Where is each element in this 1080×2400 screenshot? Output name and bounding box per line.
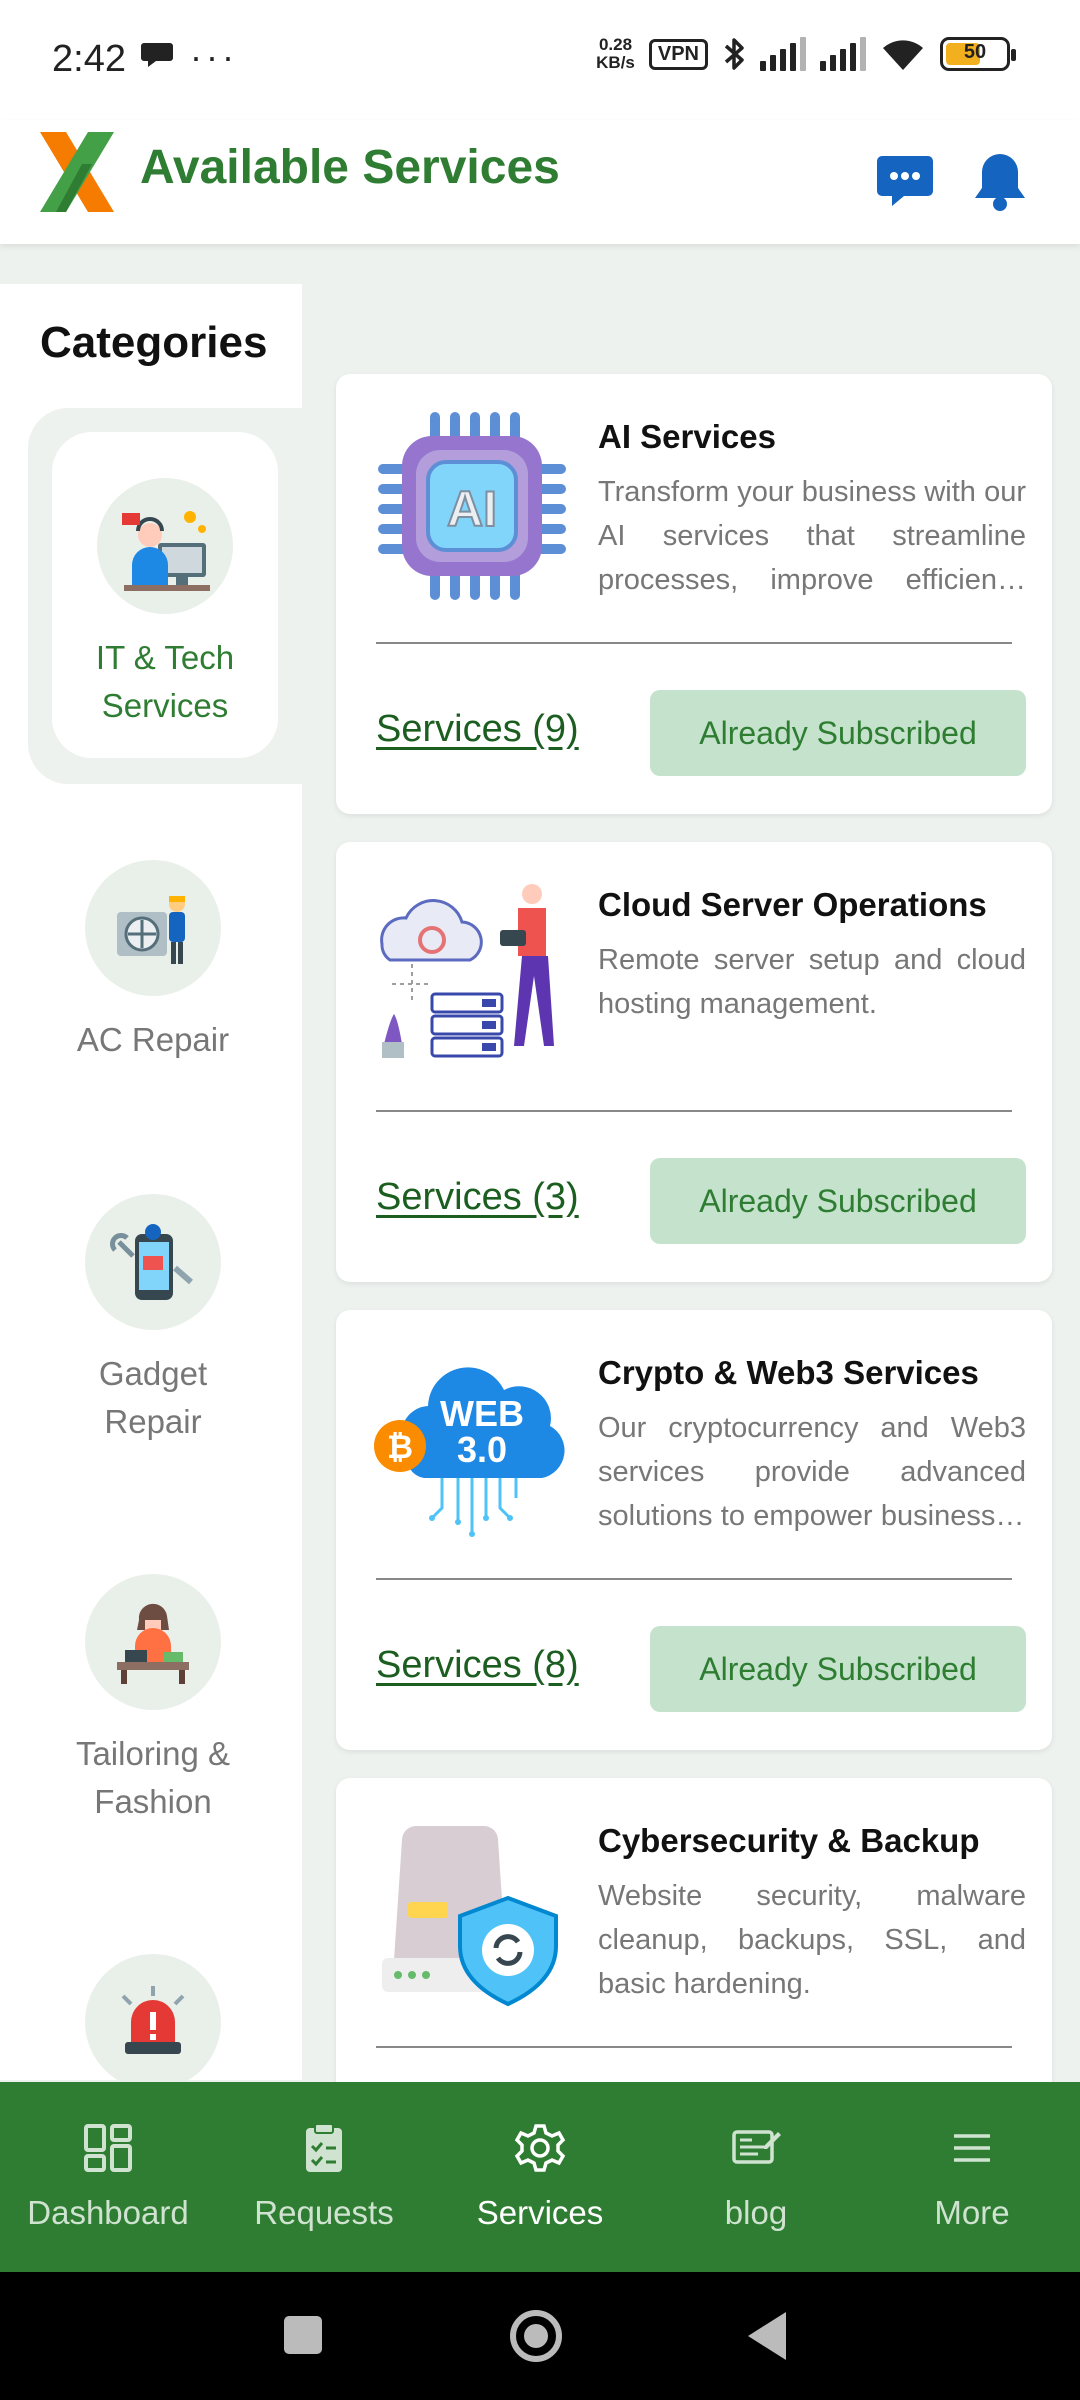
status-time: 2:42: [52, 38, 126, 80]
recents-button[interactable]: [284, 2316, 322, 2354]
service-title: AI Services: [598, 418, 776, 455]
category-sidebar: Categories IT & Tech Services AC Repair …: [0, 284, 302, 2090]
nav-item-dashboard[interactable]: Dashboard: [0, 2082, 216, 2272]
more-status-icon: ···: [190, 36, 238, 77]
category-item-tailoring[interactable]: Tailoring & Fashion: [28, 1574, 278, 1826]
services-count-link[interactable]: Services (3): [376, 1176, 579, 1219]
categories-title: Categories: [40, 318, 268, 367]
dashboard-icon: [84, 2124, 132, 2172]
already-subscribed-button[interactable]: Already Subscribed: [650, 1626, 1026, 1712]
svg-text:WEB: WEB: [440, 1393, 524, 1434]
network-speed: 0.28 KB/s: [596, 35, 635, 72]
category-item-emergency[interactable]: [28, 1954, 278, 2090]
category-label: IT & Tech Services: [95, 639, 235, 724]
nav-label: Requests: [254, 2194, 394, 2231]
signal-icon-2: [820, 37, 866, 71]
bottom-nav: Dashboard Requests Services blog More: [0, 2082, 1080, 2272]
cloud-server-icon: [380, 884, 554, 1058]
category-label: AC Repair: [76, 1021, 230, 1058]
page-title: Available Services: [140, 141, 560, 194]
service-description: Transform your business with our AI serv…: [598, 476, 1026, 596]
service-title: Crypto & Web3 Services: [598, 1354, 979, 1391]
chat-icon[interactable]: [876, 154, 934, 208]
service-title: Cloud Server Operations: [598, 886, 987, 923]
ai-chip-icon: AI: [378, 412, 566, 600]
chat-bubble-status-icon: [140, 36, 174, 78]
divider: [376, 2046, 1012, 2048]
service-description: Remote server setup and cloud hosting ma…: [598, 944, 1026, 1020]
services-count-link[interactable]: Services (8): [376, 1644, 579, 1687]
emergency-siren-icon: [85, 1954, 221, 2090]
svg-text:3.0: 3.0: [457, 1429, 507, 1470]
battery-icon: 50: [940, 37, 1016, 71]
vpn-icon: VPN: [648, 38, 708, 70]
category-item-it-tech[interactable]: IT & Tech Services: [28, 408, 302, 784]
already-subscribed-button[interactable]: Already Subscribed: [650, 1158, 1026, 1244]
nav-item-blog[interactable]: blog: [648, 2082, 864, 2272]
service-card-cloud[interactable]: Cloud Server Operations Remote server se…: [336, 842, 1052, 1282]
service-title: Cybersecurity & Backup: [598, 1822, 980, 1859]
wifi-icon: [883, 40, 923, 70]
svg-text:AI: AI: [447, 481, 497, 537]
it-support-icon: [97, 478, 233, 614]
divider: [376, 1578, 1012, 1580]
system-navigation-bar: [0, 2272, 1080, 2400]
svg-text:₿: ₿: [387, 1428, 413, 1466]
nav-item-more[interactable]: More: [864, 2082, 1080, 2272]
services-count-link[interactable]: Services (9): [376, 708, 579, 751]
nav-label: Dashboard: [27, 2194, 189, 2231]
blog-icon: [732, 2130, 781, 2164]
category-item-gadget-repair[interactable]: Gadget Repair: [28, 1194, 278, 1446]
clipboard-icon: [306, 2123, 342, 2172]
status-bar: 2:42 ··· 0.28 KB/s VPN 50: [0, 0, 1080, 120]
nav-label: Services: [476, 2194, 604, 2231]
service-card-crypto-web3[interactable]: WEB 3.0 ₿ Crypto & Web3 Services Our cry…: [336, 1310, 1052, 1750]
signal-icon: [760, 37, 806, 71]
nav-label: More: [934, 2194, 1010, 2231]
service-description: Our cryptocurrency and Web3 services pro…: [598, 1412, 1026, 1532]
nav-label: blog: [724, 2194, 788, 2231]
divider: [376, 1110, 1012, 1112]
bluetooth-icon: [724, 38, 744, 70]
nav-item-requests[interactable]: Requests: [216, 2082, 432, 2272]
web3-cloud-icon: WEB 3.0 ₿: [374, 1367, 565, 1537]
already-subscribed-button[interactable]: Already Subscribed: [650, 690, 1026, 776]
service-description: Website security, malware cleanup, backu…: [598, 1880, 1026, 2000]
back-button[interactable]: [748, 2312, 786, 2360]
security-backup-icon: [382, 1826, 558, 2007]
ac-repair-icon: [85, 860, 221, 996]
category-card-active[interactable]: IT & Tech Services: [52, 432, 278, 758]
home-button[interactable]: [510, 2310, 562, 2362]
status-icons: 0.28 KB/s VPN 50: [596, 35, 1016, 72]
app-header: Available Services: [0, 120, 1080, 244]
bell-icon[interactable]: [970, 150, 1030, 212]
menu-icon: [954, 2134, 990, 2162]
tailoring-icon: [85, 1574, 221, 1710]
gear-icon: [514, 2124, 566, 2172]
category-label: Tailoring & Fashion: [75, 1735, 231, 1820]
service-card-ai[interactable]: AI AI Services Transform your business w…: [336, 374, 1052, 814]
app-logo: [40, 132, 114, 212]
category-label: Gadget Repair: [98, 1355, 208, 1440]
nav-item-services[interactable]: Services: [432, 2082, 648, 2272]
category-item-ac-repair[interactable]: AC Repair: [28, 860, 278, 1064]
gadget-repair-icon: [85, 1194, 221, 1330]
divider: [376, 642, 1012, 644]
